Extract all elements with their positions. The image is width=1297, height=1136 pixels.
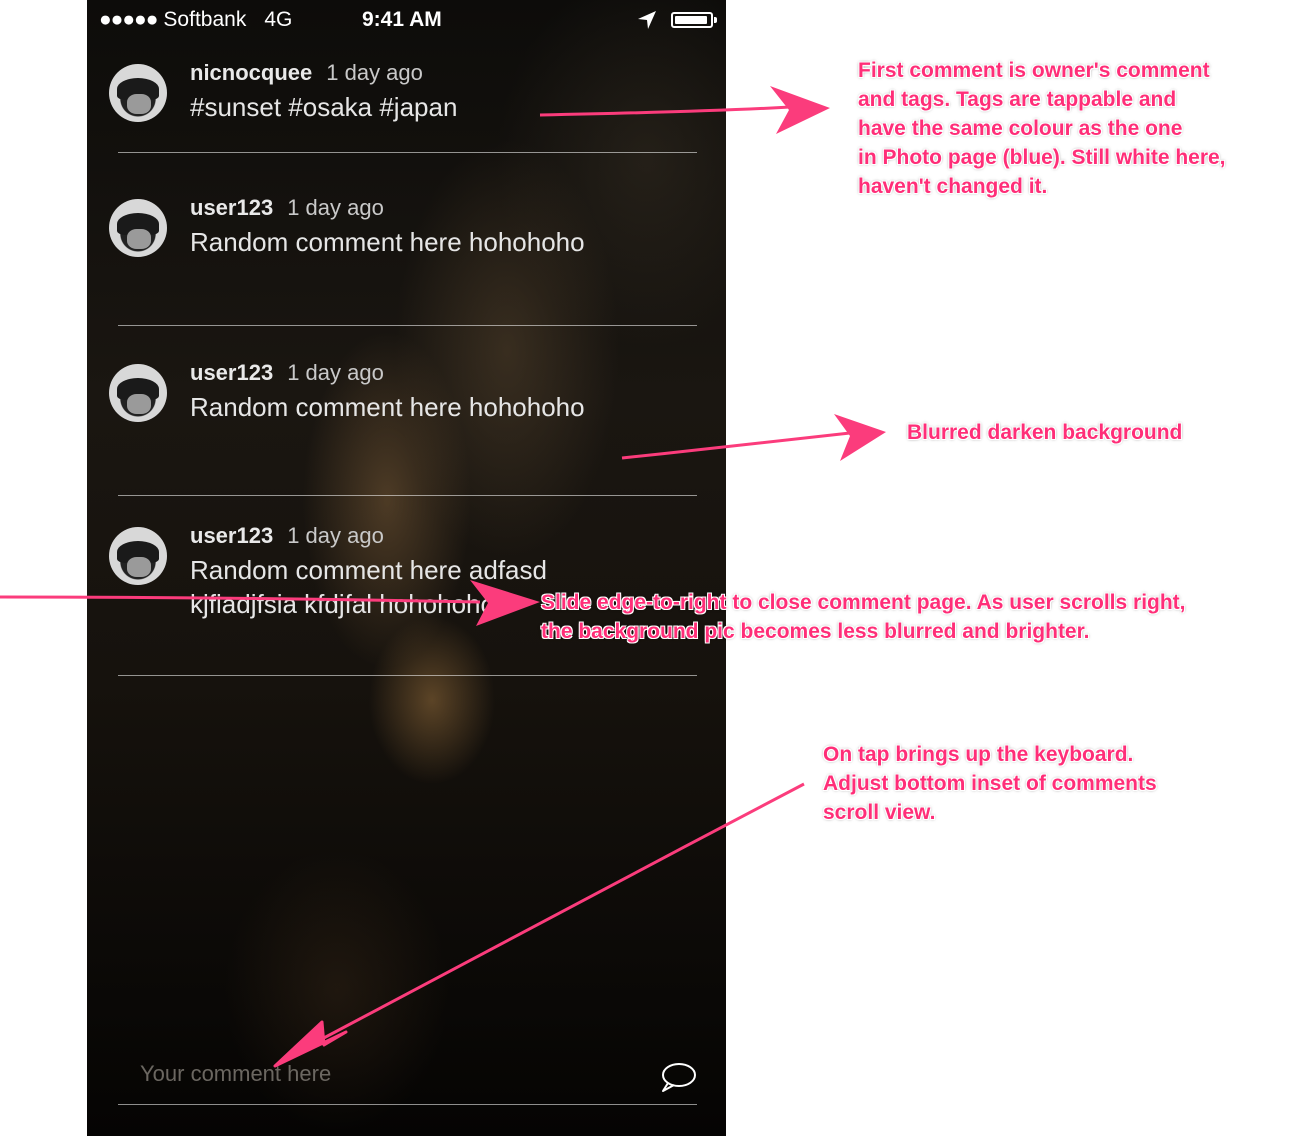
comment-text[interactable]: #sunset #osaka #japan — [190, 90, 610, 124]
annotation-line: in Photo page (blue). Still white here, — [858, 146, 1226, 169]
annotation-line: haven't changed it. — [858, 175, 1048, 198]
location-arrow-icon — [638, 11, 656, 29]
battery-icon — [671, 12, 717, 28]
comment-time: 1 day ago — [326, 60, 423, 85]
chat-bubble-icon[interactable] — [658, 1061, 698, 1093]
comment-meta: nicnocquee 1 day ago — [190, 60, 423, 86]
annotation-line: On tap brings up the keyboard. — [823, 743, 1134, 766]
annotation-line: the background pic becomes less blurred … — [541, 620, 1090, 643]
network-type: 4G — [264, 8, 293, 31]
annotation-line: Adjust bottom inset of comments — [823, 772, 1157, 795]
comment-meta: user123 1 day ago — [190, 195, 384, 221]
divider — [118, 325, 697, 326]
annotation-line: Blurred darken background — [907, 421, 1183, 444]
phone-screen: ●●●●● Softbank 4G 9:41 AM nicnocquee 1 day … — [87, 0, 726, 1136]
status-time: 9:41 AM — [362, 8, 442, 31]
comment-username[interactable]: user123 — [190, 195, 273, 220]
carrier-name: Softbank — [163, 8, 247, 31]
divider — [118, 675, 697, 676]
status-carrier: ●●●●● Softbank 4G — [99, 8, 292, 32]
comment-time: 1 day ago — [287, 195, 384, 220]
comment-time: 1 day ago — [287, 523, 384, 548]
divider — [118, 152, 697, 153]
comment-meta: user123 1 day ago — [190, 523, 384, 549]
comment-input[interactable] — [138, 1060, 612, 1088]
comment-text: Random comment here adfasd kjfiadjfsia k… — [190, 555, 547, 619]
avatar[interactable] — [109, 199, 167, 257]
composer-divider — [118, 1104, 697, 1105]
annotation-line: Slide edge-to-right to close comment pag… — [541, 591, 1186, 614]
annotation-line: scroll view. — [823, 801, 936, 824]
annotation-line: have the same colour as the one — [858, 117, 1183, 140]
comment-text: Random comment here hohohoho — [190, 227, 585, 257]
annotation-line: and tags. Tags are tappable and — [858, 88, 1177, 111]
annotation-keyboard: On tap brings up the keyboard. Adjust bo… — [823, 740, 1157, 827]
comment-text: Random comment here hohohoho — [190, 392, 585, 422]
battery-level — [675, 16, 708, 24]
comment-time: 1 day ago — [287, 360, 384, 385]
comment-username[interactable]: nicnocquee — [190, 60, 312, 85]
status-right — [637, 10, 717, 30]
comment-username[interactable]: user123 — [190, 360, 273, 385]
annotation-swipe: Slide edge-to-right to close comment pag… — [541, 588, 1186, 646]
divider — [118, 495, 697, 496]
comment-username[interactable]: user123 — [190, 523, 273, 548]
avatar[interactable] — [109, 364, 167, 422]
comment-composer — [118, 1055, 697, 1105]
annotation-background: Blurred darken background — [907, 418, 1182, 447]
annotation-owner-comment: First comment is owner's comment and tag… — [858, 56, 1226, 201]
comment-meta: user123 1 day ago — [190, 360, 384, 386]
avatar[interactable] — [109, 64, 167, 122]
avatar[interactable] — [109, 527, 167, 585]
signal-strength: ●●●●● — [99, 8, 158, 31]
annotation-line: First comment is owner's comment — [858, 59, 1210, 82]
